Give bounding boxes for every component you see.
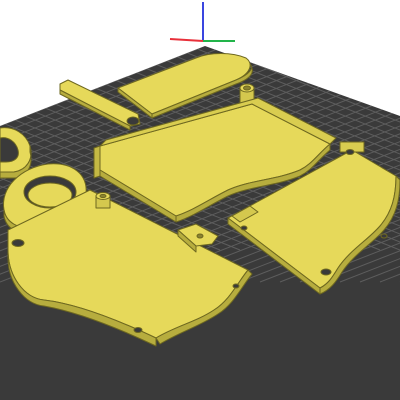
3d-viewport[interactable] bbox=[0, 0, 400, 400]
scene-canvas[interactable] bbox=[0, 0, 400, 400]
